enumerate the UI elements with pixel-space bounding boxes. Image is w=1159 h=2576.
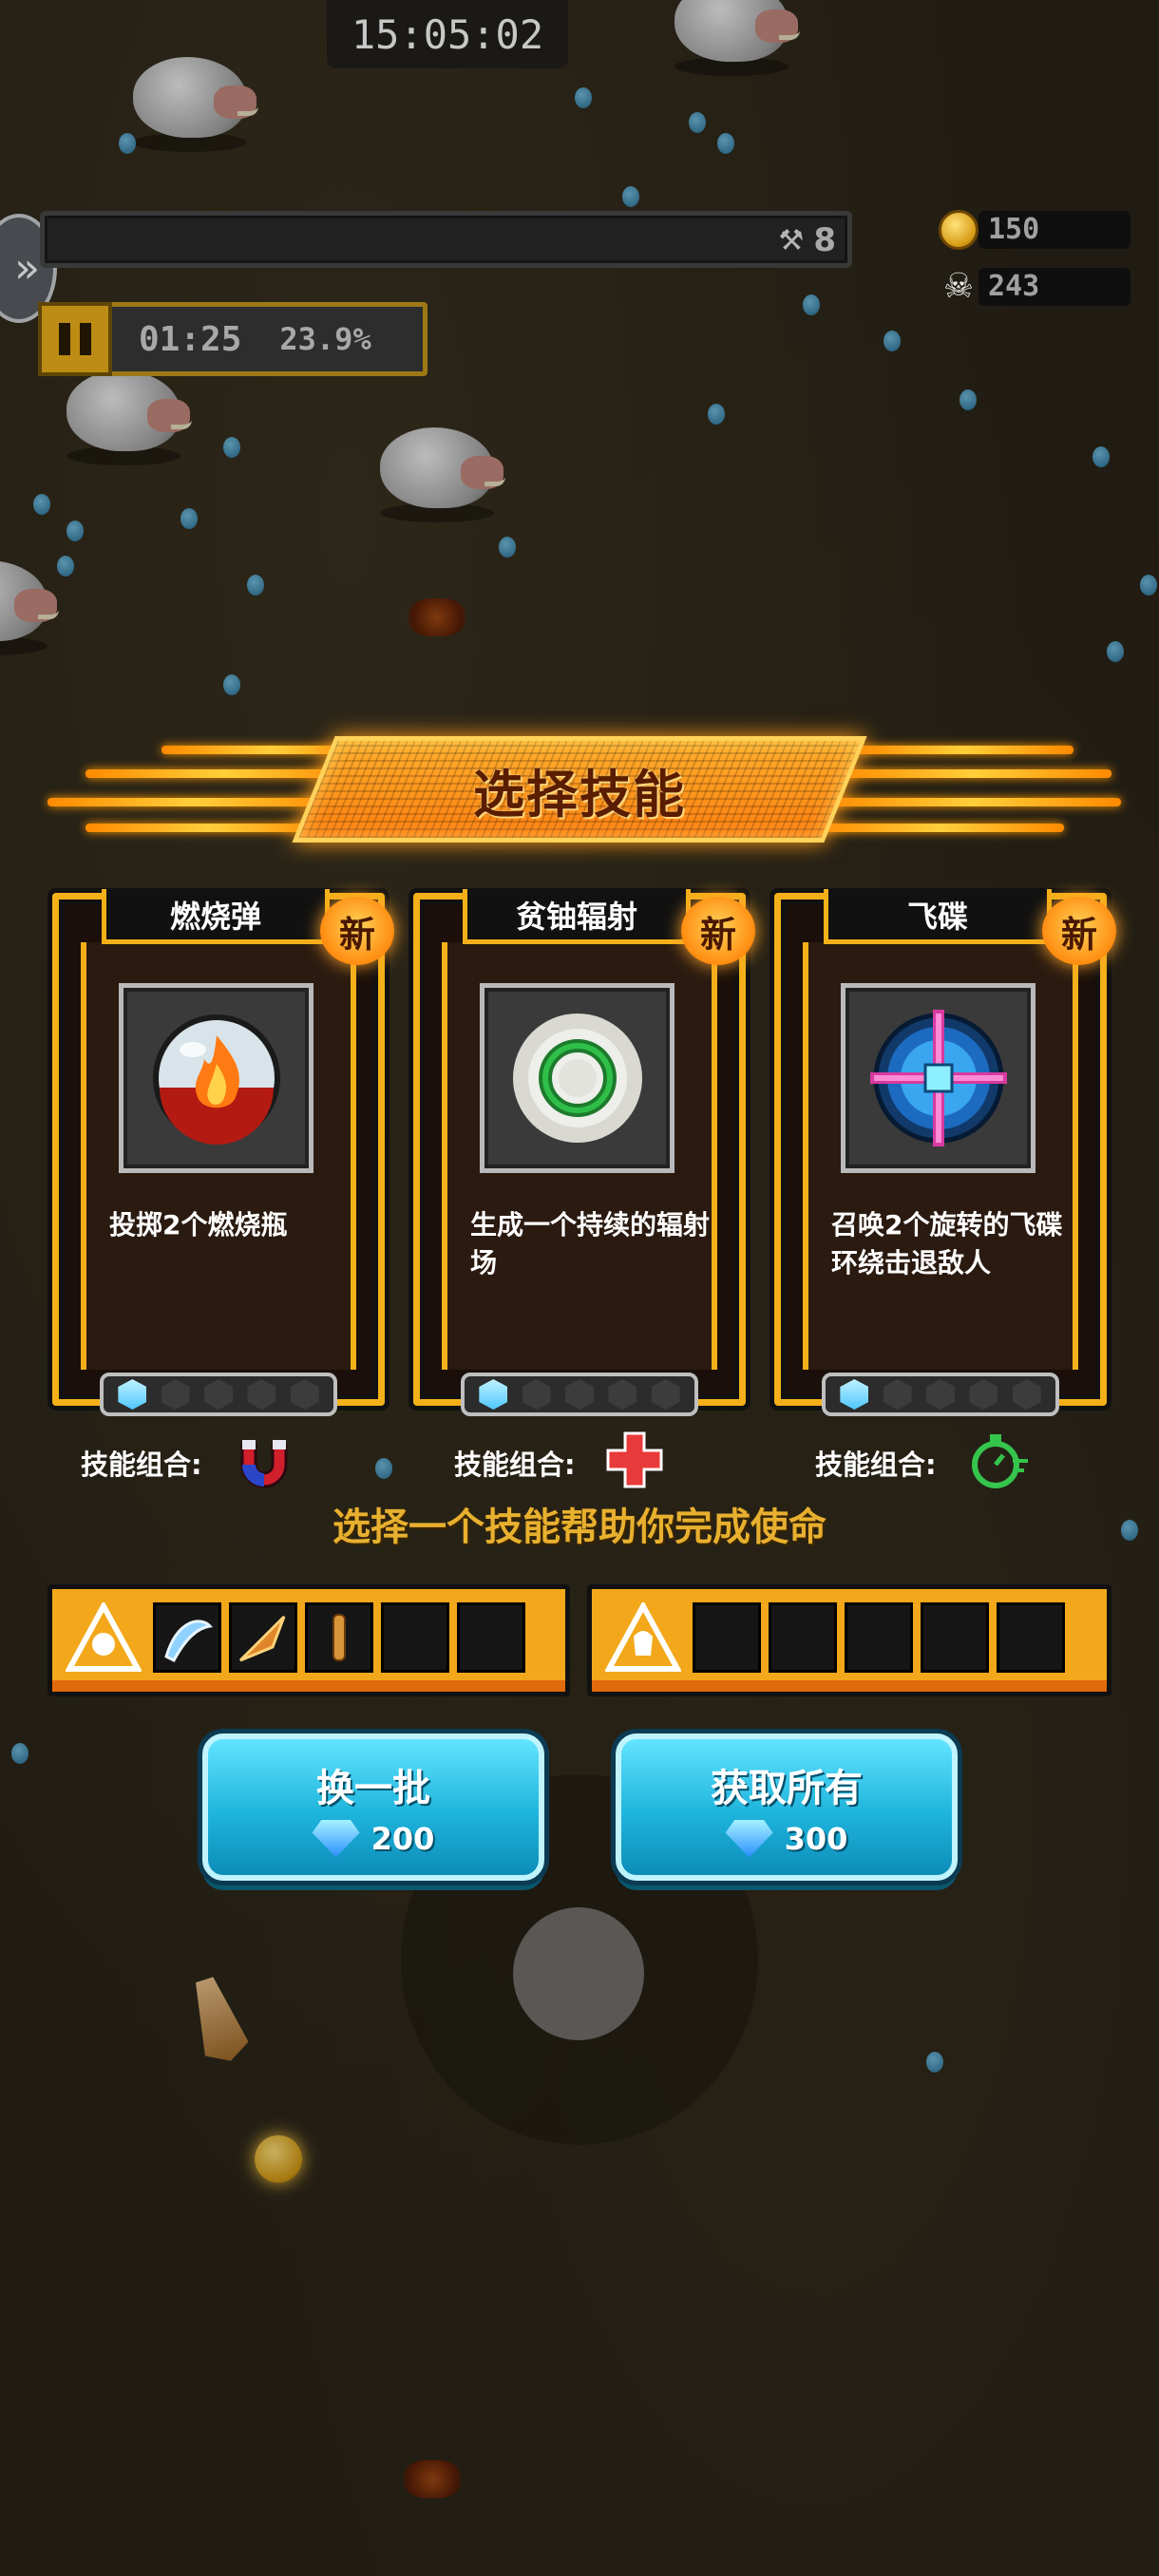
combo-label: 技能组合: <box>815 1449 937 1481</box>
skill-combo-2: 技能组合: <box>454 1430 665 1496</box>
coin-icon <box>939 210 978 250</box>
passive-slot-empty[interactable] <box>921 1602 989 1673</box>
dialog-title: 选择技能 <box>473 764 686 824</box>
gem-slot <box>608 1379 637 1410</box>
skill-card-radiation[interactable]: 贫铀辐射 新 生成一个持续的辐射场 <box>413 889 755 1416</box>
gem-slot <box>522 1379 551 1410</box>
gem-slot <box>564 1379 594 1410</box>
banner-lines-right <box>817 746 1121 841</box>
gem-slot <box>290 1379 319 1410</box>
magnet-icon <box>231 1427 297 1500</box>
joystick-knob[interactable] <box>513 1907 644 2040</box>
skill-combo-1: 技能组合: <box>81 1430 297 1496</box>
weapon-category-icon <box>62 1602 145 1673</box>
stopwatch-icon <box>965 1427 1032 1500</box>
combo-label: 技能组合: <box>81 1449 202 1481</box>
gem-slot <box>651 1379 680 1410</box>
diamond-icon <box>312 1819 360 1858</box>
new-badge: 新 <box>681 897 755 965</box>
weapon-slot-empty[interactable] <box>457 1602 525 1673</box>
gem-slot <box>925 1379 955 1410</box>
skill-combo-3: 技能组合: <box>815 1430 1032 1496</box>
reroll-button[interactable]: 换一批 200 <box>202 1733 544 1881</box>
skill-card-ufo[interactable]: 飞碟 新 召唤2个旋转的飞碟环绕击退敌人 <box>774 889 1116 1416</box>
skill-description: 生成一个持续的辐射场 <box>470 1209 711 1279</box>
new-badge: 新 <box>1042 897 1116 965</box>
take-all-cost-value: 300 <box>784 1820 848 1857</box>
take-all-button[interactable]: 获取所有 300 <box>616 1733 958 1881</box>
skill-card-firebomb[interactable]: 燃烧弹 新 投掷2个燃烧瓶 <box>52 889 394 1416</box>
gem-slot-filled <box>479 1379 508 1410</box>
ufo-disc-icon <box>841 983 1036 1173</box>
gem-slot <box>203 1379 233 1410</box>
reroll-cost-value: 200 <box>370 1820 435 1857</box>
skill-level-gems <box>100 1373 337 1416</box>
medkit-cross-icon <box>604 1430 665 1497</box>
gem-slot <box>969 1379 998 1410</box>
passive-slot-empty[interactable] <box>693 1602 761 1673</box>
gem-slot <box>247 1379 276 1410</box>
diamond-icon <box>725 1819 773 1858</box>
hint-text: 选择一个技能帮助你完成使命 <box>332 1506 826 1549</box>
firebomb-icon <box>119 983 314 1173</box>
skill-name: 贫铀辐射 <box>463 889 691 944</box>
weapon-slot-bullet[interactable] <box>305 1602 373 1673</box>
skill-description: 投掷2个燃烧瓶 <box>109 1209 288 1241</box>
weapon-slot-empty[interactable] <box>381 1602 449 1673</box>
gem-slot-filled <box>840 1379 869 1410</box>
reroll-label: 换一批 <box>316 1766 430 1810</box>
passive-slot-empty[interactable] <box>845 1602 913 1673</box>
weapon-slot-blade[interactable] <box>153 1602 221 1673</box>
take-all-cost: 300 <box>725 1819 848 1858</box>
skill-name: 飞碟 <box>824 889 1052 944</box>
skull-icon: ☠ <box>942 267 975 306</box>
weapon-slot-drill[interactable] <box>229 1602 297 1673</box>
passive-slot-empty[interactable] <box>769 1602 837 1673</box>
passive-slot-empty[interactable] <box>997 1602 1065 1673</box>
passive-slots <box>587 1584 1112 1696</box>
gem-slot <box>883 1379 912 1410</box>
gem-slot-filled <box>118 1379 147 1410</box>
weapon-slots <box>48 1584 570 1696</box>
banner-lines-left <box>48 746 380 841</box>
gem-slot <box>1012 1379 1041 1410</box>
new-badge: 新 <box>320 897 394 965</box>
radiation-field-icon <box>480 983 674 1173</box>
gem-slot <box>161 1379 190 1410</box>
take-all-label: 获取所有 <box>711 1766 863 1810</box>
skill-level-gems <box>822 1373 1059 1416</box>
skill-description: 召唤2个旋转的飞碟环绕击退敌人 <box>831 1209 1063 1279</box>
passive-category-icon <box>601 1602 685 1673</box>
combo-label: 技能组合: <box>454 1449 576 1481</box>
skill-level-gems <box>461 1373 698 1416</box>
reroll-cost: 200 <box>312 1819 435 1858</box>
skill-name: 燃烧弹 <box>102 889 330 944</box>
